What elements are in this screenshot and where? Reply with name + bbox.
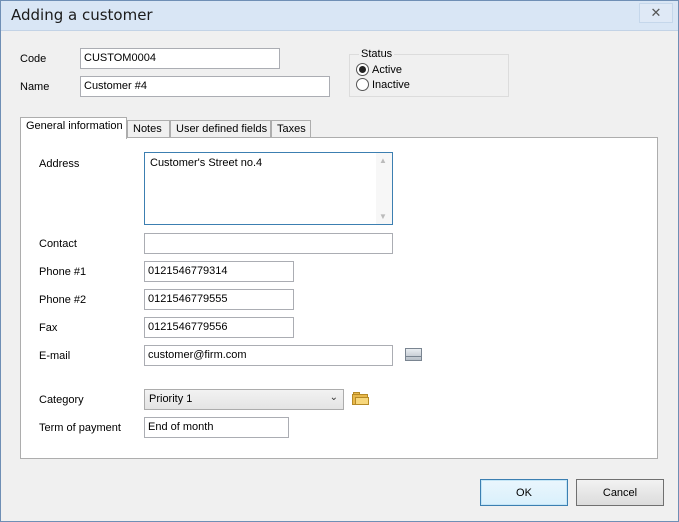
name-field[interactable]: Customer #4 — [80, 76, 330, 97]
address-scrollbar[interactable]: ▲ ▼ — [376, 153, 392, 224]
category-selected-value: Priority 1 — [149, 393, 193, 405]
phone2-field[interactable]: 0121546779555 — [144, 289, 294, 310]
status-group-title: Status — [359, 48, 395, 60]
code-label: Code — [20, 53, 47, 65]
radio-checked-icon — [356, 63, 369, 76]
name-label: Name — [20, 81, 50, 93]
phone1-field[interactable]: 0121546779314 — [144, 261, 294, 282]
email-label: E-mail — [39, 350, 71, 362]
window-title: Adding a customer — [11, 6, 153, 24]
tab-user-defined-fields[interactable]: User defined fields — [170, 120, 271, 138]
category-select[interactable]: Priority 1 ⌄ — [144, 389, 344, 410]
term-of-payment-field[interactable]: End of month — [144, 417, 289, 438]
chevron-up-icon[interactable]: ▲ — [379, 156, 387, 165]
dialog-window: Adding a customer ✕ Code CUSTOM0004 Name… — [0, 0, 679, 522]
close-button[interactable]: ✕ — [639, 3, 673, 23]
status-active-radio[interactable]: Active — [356, 63, 402, 76]
category-label: Category — [39, 394, 84, 406]
close-icon: ✕ — [650, 5, 662, 20]
radio-unchecked-icon — [356, 78, 369, 91]
address-text: Customer's Street no.4 — [150, 157, 263, 169]
chevron-down-icon[interactable]: ▼ — [379, 212, 387, 221]
cancel-button[interactable]: Cancel — [576, 479, 664, 506]
chevron-down-icon: ⌄ — [329, 392, 338, 403]
email-field[interactable]: customer@firm.com — [144, 345, 393, 366]
phone1-label: Phone #1 — [39, 266, 87, 278]
ok-button[interactable]: OK — [480, 479, 568, 506]
title-bar: Adding a customer ✕ — [1, 1, 678, 31]
contact-field[interactable] — [144, 233, 393, 254]
code-field[interactable]: CUSTOM0004 — [80, 48, 280, 69]
fax-label: Fax — [39, 322, 58, 334]
term-of-payment-label: Term of payment — [39, 422, 121, 434]
address-textarea[interactable]: Customer's Street no.4 ▲ ▼ — [144, 152, 393, 225]
tab-taxes[interactable]: Taxes — [271, 120, 311, 138]
envelope-icon[interactable] — [405, 348, 422, 361]
status-active-label: Active — [372, 63, 402, 76]
phone2-label: Phone #2 — [39, 294, 87, 306]
contact-label: Contact — [39, 238, 77, 250]
tab-general-information[interactable]: General information — [20, 117, 127, 139]
fax-field[interactable]: 0121546779556 — [144, 317, 294, 338]
tab-notes[interactable]: Notes — [127, 120, 170, 138]
status-inactive-label: Inactive — [372, 78, 410, 91]
address-label: Address — [39, 158, 80, 170]
status-inactive-radio[interactable]: Inactive — [356, 78, 410, 91]
folder-icon[interactable] — [352, 392, 369, 405]
